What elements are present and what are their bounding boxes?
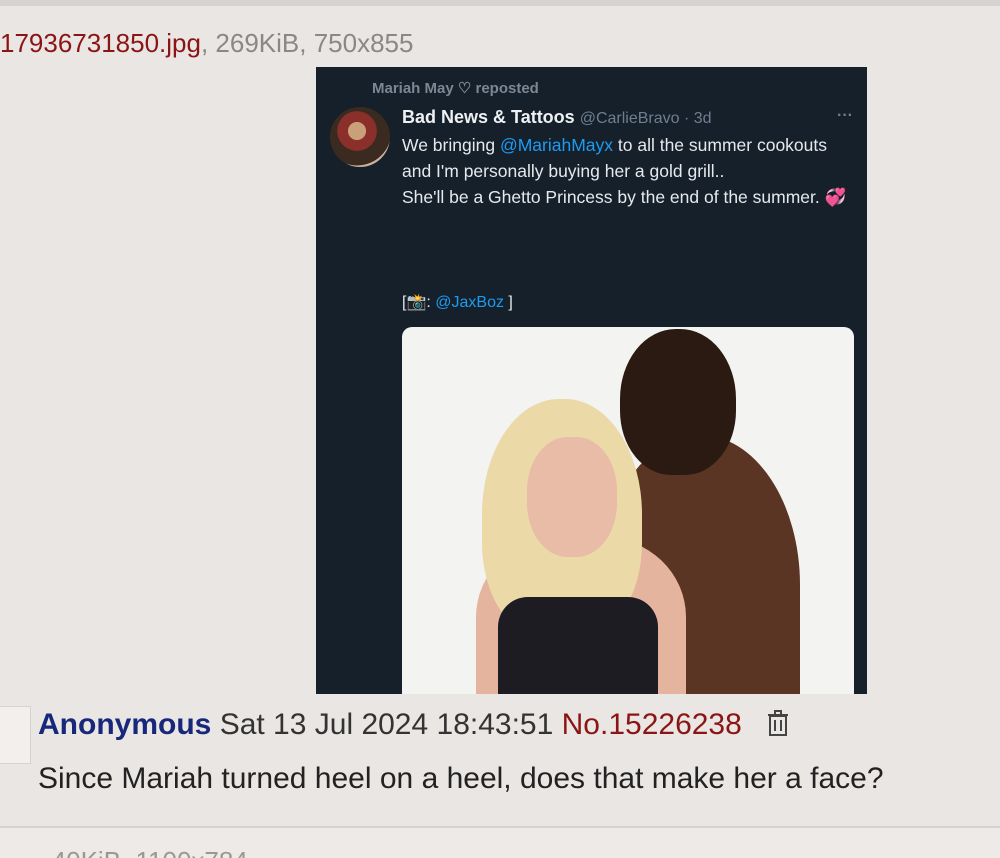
repost-label: Mariah May ♡ reposted xyxy=(372,80,539,97)
next-post-fileinfo: ...40KiB, 1100x784 xyxy=(30,846,248,858)
next-post: ...40KiB, 1100x784 xyxy=(0,836,1000,858)
post-image[interactable]: Mariah May ♡ reposted Bad News & Tattoos… xyxy=(316,67,867,694)
post-comment: Since Mariah turned heel on a heel, does… xyxy=(38,762,884,795)
photo-figure-man-head xyxy=(620,329,736,475)
file-meta: , 269KiB, 750x855 xyxy=(200,28,414,58)
credit-suffix: ] xyxy=(503,294,513,311)
tweet-text-1: We bringing xyxy=(402,135,500,155)
reply-marker xyxy=(0,706,31,764)
credit-handle: @JaxBoz xyxy=(435,294,504,311)
trash-icon[interactable] xyxy=(766,709,790,745)
reply-header: Anonymous Sat 13 Jul 2024 18:43:51 No.15… xyxy=(38,708,790,745)
post-container: 17936731850.jpg, 269KiB, 750x855 Mariah … xyxy=(0,6,1000,828)
more-icon: ··· xyxy=(837,107,853,124)
tweet-author-name: Bad News & Tattoos xyxy=(402,107,575,127)
photo-credit: [📸: @JaxBoz ] xyxy=(402,292,513,312)
heart-icon: 💞 xyxy=(824,187,847,207)
tweet-photo xyxy=(402,327,854,694)
photo-figure-woman-face xyxy=(527,437,617,557)
file-link[interactable]: 17936731850.jpg xyxy=(0,28,201,58)
tweet-mention: @MariahMayx xyxy=(499,135,614,155)
poster-name: Anonymous xyxy=(38,708,212,741)
post-number[interactable]: No.15226238 xyxy=(562,708,742,741)
tweet-avatar xyxy=(330,107,390,167)
photo-figure-woman-top xyxy=(498,597,658,694)
file-info: 17936731850.jpg, 269KiB, 750x855 xyxy=(0,28,413,59)
tweet-text-3: She'll be a Ghetto Princess by the end o… xyxy=(402,187,825,207)
tweet-author-handle: @CarlieBravo · 3d xyxy=(579,110,712,127)
post-datetime: Sat 13 Jul 2024 18:43:51 xyxy=(219,708,554,741)
credit-prefix: [📸: xyxy=(402,294,436,311)
tweet-author: Bad News & Tattoos @CarlieBravo · 3d xyxy=(402,107,712,128)
tweet-text: We bringing @MariahMayx to all the summe… xyxy=(402,132,847,210)
